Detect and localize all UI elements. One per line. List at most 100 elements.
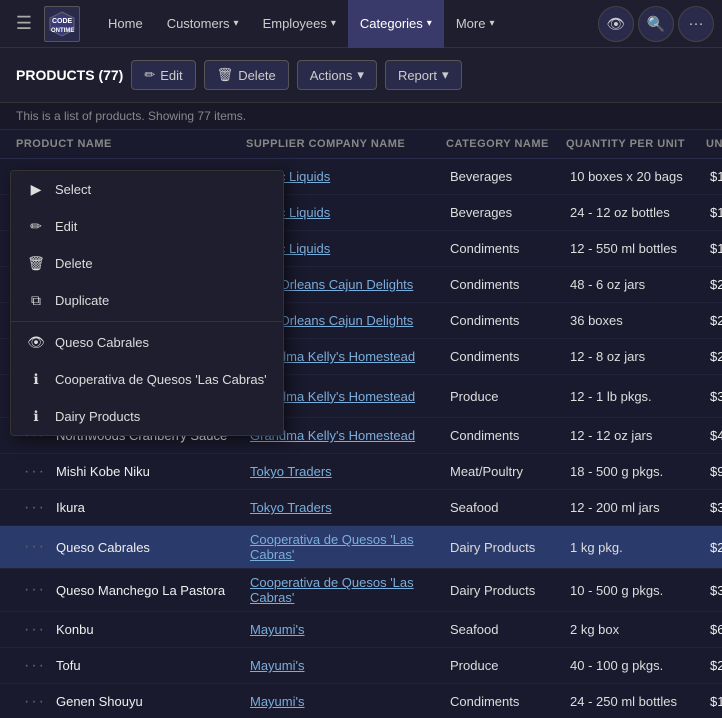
ctx-label: Select <box>55 182 91 197</box>
table-row[interactable]: ··· Konbu Mayumi's Seafood 2 kg box $6.0… <box>0 612 722 648</box>
cell-price: $19.00 <box>706 199 722 226</box>
chevron-icon: ▾ <box>234 18 239 29</box>
col-qty: QUANTITY PER UNIT <box>566 138 706 150</box>
row-actions-dots[interactable]: ··· <box>20 655 50 677</box>
nav-employees[interactable]: Employees ▾ <box>251 0 348 48</box>
toolbar: PRODUCTS (77) ✏ Edit 🗑 Delete Actions ▾ … <box>0 48 722 103</box>
row-actions-dots[interactable]: ··· <box>20 497 50 519</box>
nav-right: 👁 🔍 ··· <box>598 6 714 42</box>
cell-qty: 12 - 12 oz jars <box>566 422 706 449</box>
col-supplier: SUPPLIER COMPANY NAME <box>246 138 446 150</box>
nav-more[interactable]: More ▾ <box>444 0 507 48</box>
svg-text:CODE: CODE <box>52 18 73 25</box>
cell-price: $6.00 <box>706 616 722 643</box>
nav-home[interactable]: Home <box>96 0 155 48</box>
chevron-down-icon: ▾ <box>442 67 449 83</box>
cell-product-name: ··· Ikura <box>16 491 246 525</box>
cell-category: Condiments <box>446 235 566 262</box>
cell-price: $10.00 <box>706 235 722 262</box>
context-menu-item[interactable]: 🗑Delete <box>11 245 283 282</box>
delete-button[interactable]: 🗑 Delete <box>204 60 289 90</box>
cell-supplier[interactable]: Mayumi's <box>246 652 446 679</box>
row-actions-dots[interactable]: ··· <box>20 579 50 601</box>
cell-category: Condiments <box>446 343 566 370</box>
ctx-label: Delete <box>55 256 93 271</box>
cell-category: Produce <box>446 383 566 410</box>
cell-supplier[interactable]: Cooperativa de Quesos 'Las Cabras' <box>246 526 446 568</box>
ctx-label: Queso Cabrales <box>55 335 149 350</box>
cell-product-name: ··· Konbu <box>16 613 246 647</box>
cell-price: $30.00 <box>706 383 722 410</box>
row-actions-dots[interactable]: ··· <box>20 461 50 483</box>
svg-text:ONTIME: ONTIME <box>51 28 74 34</box>
report-button[interactable]: Report ▾ <box>385 60 462 90</box>
cell-product-name: ··· Tofu <box>16 649 246 683</box>
table-row[interactable]: ··· Tofu Mayumi's Produce 40 - 100 g pkg… <box>0 648 722 684</box>
logo: CODE ONTIME <box>44 6 80 42</box>
ctx-icon: ✏ <box>27 218 45 235</box>
cell-qty: 24 - 250 ml bottles <box>566 688 706 709</box>
cell-supplier[interactable]: Tokyo Traders <box>246 458 446 485</box>
cell-qty: 36 boxes <box>566 307 706 334</box>
row-actions-dots[interactable]: ··· <box>20 619 50 641</box>
cell-qty: 10 boxes x 20 bags <box>566 163 706 190</box>
ctx-icon: ℹ <box>27 371 45 388</box>
row-actions-dots[interactable]: ··· <box>20 536 50 558</box>
cell-qty: 12 - 200 ml jars <box>566 494 706 521</box>
cell-qty: 1 kg pkg. <box>566 534 706 561</box>
cell-category: Beverages <box>446 199 566 226</box>
search-icon-button[interactable]: 🔍 <box>638 6 674 42</box>
row-actions-dots[interactable]: ··· <box>20 691 50 710</box>
cell-qty: 12 - 550 ml bottles <box>566 235 706 262</box>
cell-category: Condiments <box>446 307 566 334</box>
cell-qty: 40 - 100 g pkgs. <box>566 652 706 679</box>
cell-category: Dairy Products <box>446 577 566 604</box>
cell-qty: 12 - 1 lb pkgs. <box>566 383 706 410</box>
more-icon-button[interactable]: ··· <box>678 6 714 42</box>
top-navigation: ☰ CODE ONTIME Home Customers ▾ Employees… <box>0 0 722 48</box>
delete-icon: 🗑 <box>217 67 234 83</box>
ctx-label: Duplicate <box>55 293 109 308</box>
cell-price: $38.00 <box>706 577 722 604</box>
col-product-name: PRODUCT NAME <box>16 138 246 150</box>
nav-customers[interactable]: Customers ▾ <box>155 0 251 48</box>
ctx-label: Edit <box>55 219 77 234</box>
nav-items: Home Customers ▾ Employees ▾ Categories … <box>96 0 594 48</box>
eye-icon-button[interactable]: 👁 <box>598 6 634 42</box>
table-row[interactable]: ··· Queso Cabrales Cooperativa de Quesos… <box>0 526 722 569</box>
nav-categories[interactable]: Categories ▾ <box>348 0 444 48</box>
edit-button[interactable]: ✏ Edit <box>131 60 195 90</box>
table-row[interactable]: ··· Queso Manchego La Pastora Cooperativ… <box>0 569 722 612</box>
context-menu-item[interactable]: ⧉ Duplicate <box>11 282 283 319</box>
cell-supplier[interactable]: Tokyo Traders <box>246 494 446 521</box>
edit-icon: ✏ <box>144 67 155 83</box>
cell-qty: 10 - 500 g pkgs. <box>566 577 706 604</box>
cell-category: Dairy Products <box>446 534 566 561</box>
cell-supplier[interactable]: Mayumi's <box>246 616 446 643</box>
table-row[interactable]: ··· Mishi Kobe Niku Tokyo Traders Meat/P… <box>0 454 722 490</box>
context-menu-item[interactable]: ✏ Edit <box>11 208 283 245</box>
cell-supplier[interactable]: Cooperativa de Quesos 'Las Cabras' <box>246 569 446 611</box>
ctx-icon: ⧉ <box>27 292 45 309</box>
context-menu: ▶Select ✏ Edit 🗑Delete ⧉ Duplicate 👁 Queso Cabr… <box>10 170 284 436</box>
cell-price: $15.50 <box>706 688 722 709</box>
cell-price: $22.00 <box>706 271 722 298</box>
cell-category: Seafood <box>446 494 566 521</box>
ctx-label: Dairy Products <box>55 409 140 424</box>
actions-button[interactable]: Actions ▾ <box>297 60 377 90</box>
cell-supplier[interactable]: Mayumi's <box>246 688 446 709</box>
cell-price: $23.25 <box>706 652 722 679</box>
table-row[interactable]: ··· Ikura Tokyo Traders Seafood 12 - 200… <box>0 490 722 526</box>
status-bar: This is a list of products. Showing 77 i… <box>0 103 722 130</box>
table-header: PRODUCT NAME SUPPLIER COMPANY NAME CATEG… <box>0 130 722 159</box>
cell-category: Beverages <box>446 163 566 190</box>
hamburger-menu[interactable]: ☰ <box>8 8 40 40</box>
cell-product-name: ··· Queso Manchego La Pastora <box>16 573 246 607</box>
ctx-icon: 👁 <box>27 334 45 351</box>
cell-product-name: ··· Genen Shouyu <box>16 685 246 710</box>
chevron-icon: ▾ <box>331 18 336 29</box>
table-row[interactable]: ··· Genen Shouyu Mayumi's Condiments 24 … <box>0 684 722 709</box>
context-menu-item[interactable]: ▶Select <box>11 171 283 208</box>
ctx-label: Cooperativa de Quesos 'Las Cabras' <box>55 372 267 387</box>
cell-qty: 48 - 6 oz jars <box>566 271 706 298</box>
